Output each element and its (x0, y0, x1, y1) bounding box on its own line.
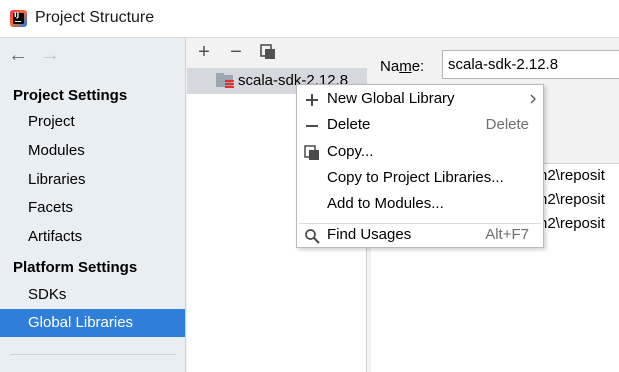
sidebar-item-global-libraries[interactable]: Global Libraries (0, 309, 185, 337)
sidebar-divider (10, 354, 176, 355)
window-title: Project Structure (35, 9, 155, 26)
library-folder-icon (216, 73, 234, 88)
section-platform-settings: Platform Settings (13, 259, 138, 276)
name-field[interactable]: scala-sdk-2.12.8 (442, 50, 619, 79)
copy-icon (304, 144, 320, 160)
name-label: Name: (380, 58, 425, 75)
plus-icon (304, 91, 320, 107)
back-arrow-icon[interactable]: ← (8, 45, 28, 65)
sidebar-item-project[interactable]: Project (0, 108, 185, 136)
list-toolbar: + − (187, 38, 367, 68)
menu-item-copy[interactable]: Copy... (297, 139, 543, 165)
settings-sidebar: ← → Project Settings Project Modules Lib… (0, 38, 186, 372)
menu-shortcut: Delete (485, 116, 529, 133)
add-icon[interactable]: + (193, 41, 215, 63)
title-bar: Project Structure (0, 0, 619, 38)
menu-item-copy-to-project-libraries[interactable]: Copy to Project Libraries... (297, 165, 543, 191)
search-icon (304, 227, 320, 244)
section-project-settings: Project Settings (13, 87, 128, 104)
forward-arrow-icon[interactable]: → (40, 45, 60, 65)
intellij-app-icon (10, 10, 27, 27)
menu-item-delete[interactable]: Delete Delete (297, 112, 543, 138)
sidebar-item-artifacts[interactable]: Artifacts (0, 223, 185, 251)
library-context-menu: New Global Library Delete Delete Copy...… (296, 84, 544, 248)
menu-shortcut: Alt+F7 (485, 226, 529, 243)
copy-icon[interactable] (257, 41, 279, 63)
sidebar-item-facets[interactable]: Facets (0, 194, 185, 222)
remove-icon[interactable]: − (225, 41, 247, 63)
menu-item-new-global-library[interactable]: New Global Library (297, 86, 543, 112)
sidebar-item-libraries[interactable]: Libraries (0, 166, 185, 194)
menu-item-add-to-modules[interactable]: Add to Modules... (297, 191, 543, 217)
sidebar-item-sdks[interactable]: SDKs (0, 281, 185, 309)
menu-item-find-usages[interactable]: Find Usages Alt+F7 (297, 222, 543, 248)
chevron-right-icon (529, 86, 537, 114)
sidebar-item-modules[interactable]: Modules (0, 137, 185, 165)
minus-icon (304, 117, 320, 133)
